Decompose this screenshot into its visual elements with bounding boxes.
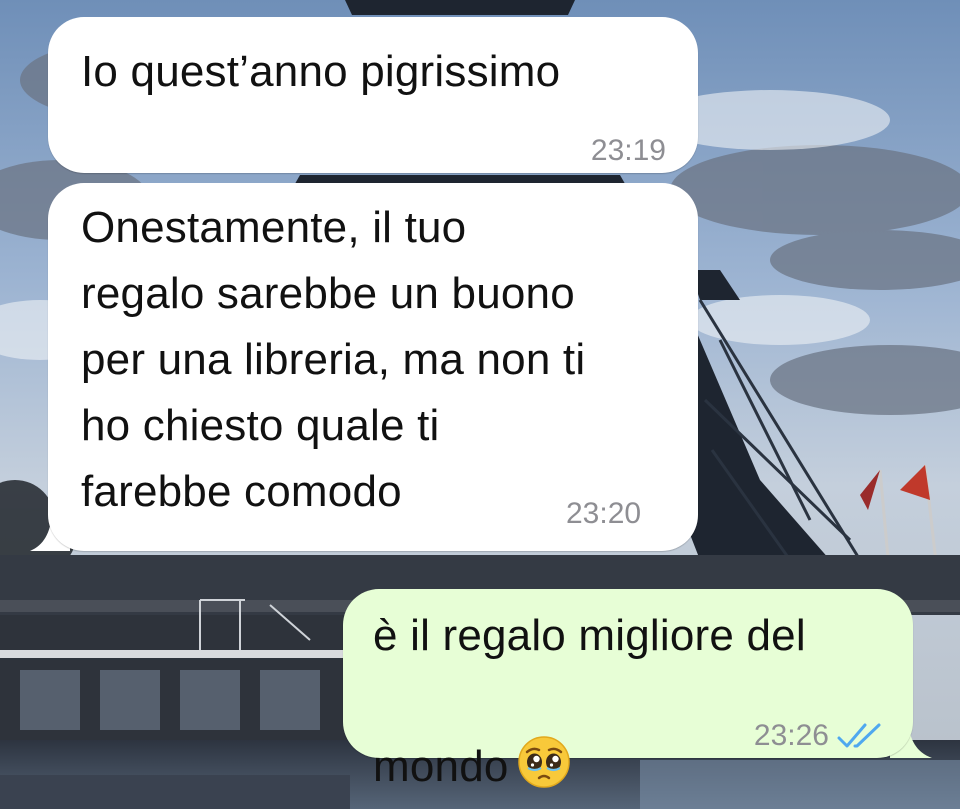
message-text: Onestamente, il tuo regalo sarebbe un bu… bbox=[81, 203, 586, 516]
message-bubble-incoming[interactable]: Io quest’anno pigrissimo 23:19 bbox=[48, 17, 698, 173]
message-time: 23:19 bbox=[590, 134, 666, 167]
message-bubble-incoming[interactable]: Onestamente, il tuo regalo sarebbe un bu… bbox=[48, 183, 698, 551]
message-timestamp: 23:26 bbox=[754, 719, 883, 753]
message-timestamp: 23:19 bbox=[591, 134, 666, 168]
message-text: Io quest’anno pigrissimo bbox=[81, 47, 561, 96]
double-check-icon bbox=[837, 721, 883, 751]
message-text-line1: è il regalo migliore del bbox=[373, 611, 806, 660]
message-text: è il regalo migliore del mondo bbox=[373, 603, 806, 800]
message-text-line2: mondo bbox=[373, 742, 509, 791]
pleading-face-emoji bbox=[517, 669, 571, 788]
message-time: 23:20 bbox=[566, 497, 642, 530]
message-timestamp: 23:20 bbox=[566, 497, 641, 531]
message-bubble-outgoing[interactable]: è il regalo migliore del mondo 23:26 bbox=[343, 589, 913, 791]
message-time: 23:26 bbox=[753, 719, 829, 752]
